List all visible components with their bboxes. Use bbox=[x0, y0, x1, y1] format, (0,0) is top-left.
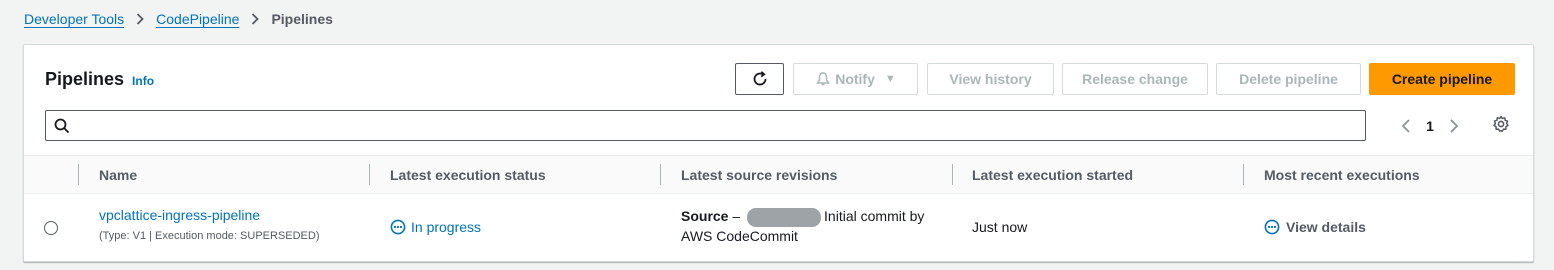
search-icon bbox=[54, 118, 70, 134]
view-details-label: View details bbox=[1286, 219, 1366, 235]
chevron-right-icon bbox=[136, 13, 144, 25]
pipelines-panel: Pipelines Info Notify ▼ View history Rel… bbox=[23, 44, 1534, 262]
create-pipeline-button[interactable]: Create pipeline bbox=[1369, 63, 1515, 95]
column-divider bbox=[78, 164, 79, 185]
panel-header: Pipelines Info bbox=[45, 69, 154, 90]
column-divider[interactable] bbox=[369, 164, 370, 185]
source-separator: – bbox=[728, 208, 745, 224]
page-number[interactable]: 1 bbox=[1416, 118, 1444, 134]
pipeline-name-link[interactable]: vpclattice-ingress-pipeline bbox=[99, 207, 320, 223]
execution-started: Just now bbox=[972, 219, 1028, 235]
breadcrumb-developer-tools[interactable]: Developer Tools bbox=[24, 11, 124, 27]
pagination: 1 bbox=[1396, 111, 1464, 141]
release-change-button[interactable]: Release change bbox=[1062, 63, 1208, 95]
breadcrumb: Developer Tools CodePipeline Pipelines bbox=[24, 9, 333, 29]
source-commit-message: Initial commit by bbox=[824, 208, 925, 224]
column-header-recent-executions[interactable]: Most recent executions bbox=[1264, 167, 1420, 183]
next-page-icon[interactable] bbox=[1444, 118, 1464, 134]
in-progress-icon bbox=[390, 219, 406, 235]
row-select-radio[interactable] bbox=[44, 221, 58, 235]
source-label: Source bbox=[681, 208, 729, 224]
table-row: vpclattice-ingress-pipeline (Type: V1 | … bbox=[24, 195, 1533, 261]
notify-label: Notify bbox=[835, 71, 875, 87]
column-divider[interactable] bbox=[660, 164, 661, 185]
view-details-link[interactable]: View details bbox=[1264, 219, 1366, 235]
column-header-source-revisions[interactable]: Latest source revisions bbox=[681, 167, 837, 183]
pipeline-meta: (Type: V1 | Execution mode: SUPERSEDED) bbox=[99, 230, 320, 242]
view-history-button[interactable]: View history bbox=[927, 63, 1054, 95]
column-divider[interactable] bbox=[1243, 164, 1244, 185]
pipeline-name-cell: vpclattice-ingress-pipeline (Type: V1 | … bbox=[99, 207, 320, 242]
chevron-right-icon bbox=[251, 13, 260, 25]
breadcrumb-codepipeline[interactable]: CodePipeline bbox=[156, 11, 239, 27]
status-text[interactable]: In progress bbox=[411, 219, 481, 235]
redacted-commit-id bbox=[747, 207, 822, 227]
delete-pipeline-button[interactable]: Delete pipeline bbox=[1216, 63, 1361, 95]
gear-icon[interactable] bbox=[1490, 113, 1512, 135]
source-commit-author: AWS CodeCommit bbox=[681, 227, 798, 244]
source-revision-cell: Source – Initial commit by AWS CodeCommi… bbox=[681, 207, 924, 246]
status-badge: In progress bbox=[390, 219, 481, 235]
breadcrumb-current: Pipelines bbox=[271, 11, 333, 27]
caret-down-icon: ▼ bbox=[884, 73, 896, 85]
notify-button[interactable]: Notify ▼ bbox=[793, 63, 918, 95]
search-box bbox=[45, 110, 1366, 141]
in-progress-icon bbox=[1264, 219, 1280, 235]
refresh-button[interactable] bbox=[735, 63, 784, 95]
table-header: Name Latest execution status Latest sour… bbox=[24, 155, 1533, 194]
column-header-execution-started[interactable]: Latest execution started bbox=[972, 167, 1133, 183]
bell-icon bbox=[815, 71, 831, 87]
column-divider[interactable] bbox=[952, 164, 953, 185]
info-link[interactable]: Info bbox=[132, 74, 154, 88]
column-header-name[interactable]: Name bbox=[99, 167, 137, 183]
column-header-status[interactable]: Latest execution status bbox=[390, 167, 546, 183]
previous-page-icon[interactable] bbox=[1396, 118, 1416, 134]
search-input[interactable] bbox=[70, 111, 1365, 140]
refresh-icon bbox=[751, 70, 769, 88]
page-title: Pipelines bbox=[45, 69, 125, 89]
